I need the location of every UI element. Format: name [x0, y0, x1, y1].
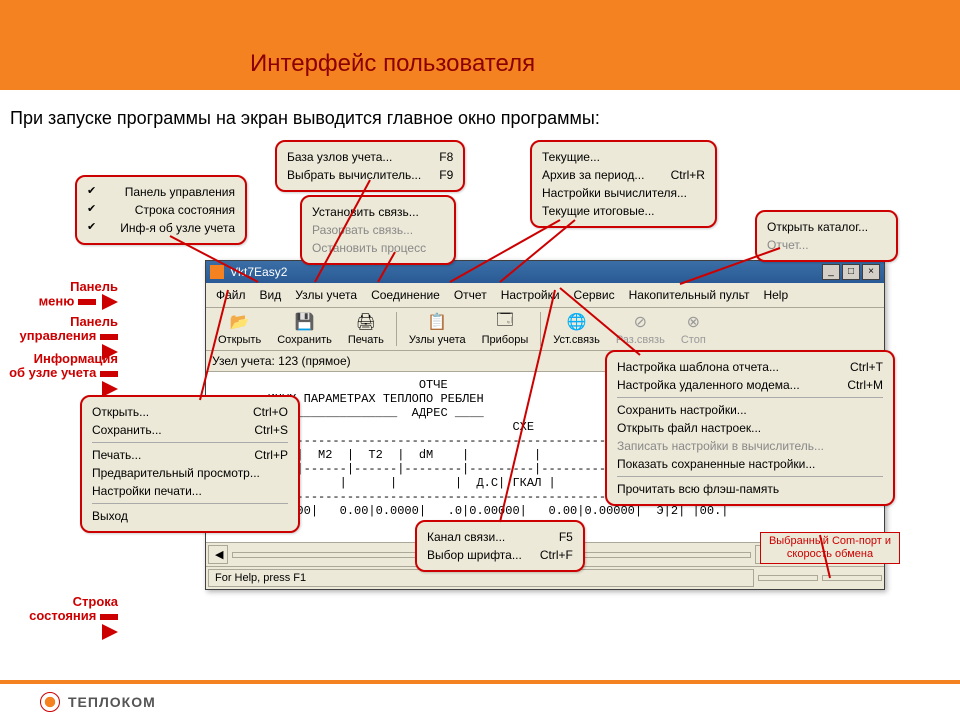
menu-item[interactable]: Панель управления	[87, 183, 235, 201]
tb-Узлы учета[interactable]: 📋Узлы учета	[401, 310, 474, 348]
menu-item[interactable]: Настройка удаленного модема...Ctrl+M	[617, 376, 883, 394]
menu-item[interactable]: Архив за период...Ctrl+R	[542, 166, 705, 184]
close-button[interactable]: ×	[862, 264, 880, 280]
menu-item[interactable]: Записать настройки в вычислитель...	[617, 437, 883, 455]
menu-item[interactable]: Предварительный просмотр...	[92, 464, 288, 482]
Сохранить-icon: 💾	[295, 312, 315, 332]
menu-item[interactable]: База узлов учета...F8	[287, 148, 453, 166]
side-label-status: Строка состояния	[8, 595, 118, 640]
menu-узлы учета[interactable]: Узлы учета	[289, 286, 363, 304]
callout-nodes-menu: База узлов учета...F8Выбрать вычислитель…	[275, 140, 465, 192]
tb-Открыть[interactable]: 📂Открыть	[210, 310, 269, 348]
menu-item[interactable]: Отчет...	[767, 236, 886, 254]
menu-соединение[interactable]: Соединение	[365, 286, 446, 304]
brand-name: ТЕПЛОКОМ	[68, 694, 156, 710]
menu-item[interactable]: Настройка шаблона отчета...Ctrl+T	[617, 358, 883, 376]
info-node: Узел учета: 123 (прямое)	[212, 354, 351, 368]
menu-вид[interactable]: Вид	[254, 286, 288, 304]
menu-item[interactable]: Выбрать вычислитель...F9	[287, 166, 453, 184]
app-title: Vkt7Easy2	[230, 265, 287, 279]
Печать-icon: 🖨	[356, 312, 376, 332]
menu-отчет[interactable]: Отчет	[448, 286, 493, 304]
menu-файл[interactable]: Файл	[210, 286, 252, 304]
Уст.связь-icon: 🌐	[567, 312, 587, 332]
menu-item[interactable]: Настройки вычислителя...	[542, 184, 705, 202]
menu-item[interactable]: Выход	[92, 507, 288, 525]
footer: ТЕПЛОКОМ	[0, 680, 960, 720]
Раз.связь-icon: ⊘	[630, 312, 650, 332]
callout-store-menu: Открыть каталог...Отчет...	[755, 210, 898, 262]
page-title: Интерфейс пользователя	[250, 50, 535, 78]
menu-item[interactable]: Прочитать всю флэш-память	[617, 480, 883, 498]
menu-item[interactable]: Открыть каталог...	[767, 218, 886, 236]
callout-settings-menu: Настройка шаблона отчета...Ctrl+TНастрой…	[605, 350, 895, 506]
app-icon	[210, 265, 224, 279]
brand-logo-icon	[40, 692, 60, 712]
toolbar: 📂Открыть💾Сохранить🖨Печать📋Узлы учета🗔При…	[206, 308, 884, 351]
menu-item[interactable]: Инф-я об узле учета	[87, 219, 235, 237]
callout-service-menu: Канал связи...F5Выбор шрифта...Ctrl+F	[415, 520, 585, 572]
minimize-button[interactable]: _	[822, 264, 840, 280]
intro-text: При запуске программы на экран выводится…	[0, 90, 960, 129]
callout-connection-menu: Установить связь...Разорвать связь...Ост…	[300, 195, 456, 265]
tb-Стоп: ⊗Стоп	[673, 310, 714, 348]
menu-item[interactable]: Открыть...Ctrl+O	[92, 403, 288, 421]
tb-Уст.связь[interactable]: 🌐Уст.связь	[545, 310, 608, 348]
menu-item[interactable]: Печать...Ctrl+P	[92, 446, 288, 464]
maximize-button[interactable]: □	[842, 264, 860, 280]
menu-item[interactable]: Строка состояния	[87, 201, 235, 219]
menu-item[interactable]: Сохранить...Ctrl+S	[92, 421, 288, 439]
menu-item[interactable]: Текущие итоговые...	[542, 202, 705, 220]
tb-Печать[interactable]: 🖨Печать	[340, 310, 392, 348]
menu-item[interactable]: Текущие...	[542, 148, 705, 166]
menu-help[interactable]: Help	[757, 286, 794, 304]
menu-item[interactable]: Канал связи...F5	[427, 528, 573, 546]
tb-Раз.связь: ⊘Раз.связь	[608, 310, 673, 348]
menu-item[interactable]: Выбор шрифта...Ctrl+F	[427, 546, 573, 564]
menu-item[interactable]: Открыть файл настроек...	[617, 419, 883, 437]
menu-настройки[interactable]: Настройки	[495, 286, 566, 304]
menu-item[interactable]: Показать сохраненные настройки...	[617, 455, 883, 473]
side-label-menu: Панель меню	[8, 280, 118, 310]
callout-view-menu: Панель управленияСтрока состоянияИнф-я о…	[75, 175, 247, 245]
menu-item[interactable]: Разорвать связь...	[312, 221, 444, 239]
tb-Сохранить[interactable]: 💾Сохранить	[269, 310, 340, 348]
menubar: ФайлВидУзлы учетаСоединениеОтчетНастройк…	[206, 283, 884, 308]
side-label-info: Информация об узле учета	[8, 352, 118, 397]
menu-item[interactable]: Установить связь...	[312, 203, 444, 221]
Узлы учета-icon: 📋	[427, 312, 447, 332]
tb-Приборы[interactable]: 🗔Приборы	[474, 310, 537, 348]
Стоп-icon: ⊗	[683, 312, 703, 332]
menu-сервис[interactable]: Сервис	[568, 286, 621, 304]
menu-item[interactable]: Остановить процесс	[312, 239, 444, 257]
menu-item[interactable]: Сохранить настройки...	[617, 401, 883, 419]
Открыть-icon: 📂	[230, 312, 250, 332]
callout-report-menu: Текущие...Архив за период...Ctrl+RНастро…	[530, 140, 717, 228]
Приборы-icon: 🗔	[495, 312, 515, 332]
menu-item[interactable]: Настройки печати...	[92, 482, 288, 500]
menu-накопительный пульт[interactable]: Накопительный пульт	[623, 286, 756, 304]
callout-file-menu: Открыть...Ctrl+OСохранить...Ctrl+S Печать…	[80, 395, 300, 533]
note-comport: Выбранный Com-порт и скорость обмена	[760, 532, 900, 564]
